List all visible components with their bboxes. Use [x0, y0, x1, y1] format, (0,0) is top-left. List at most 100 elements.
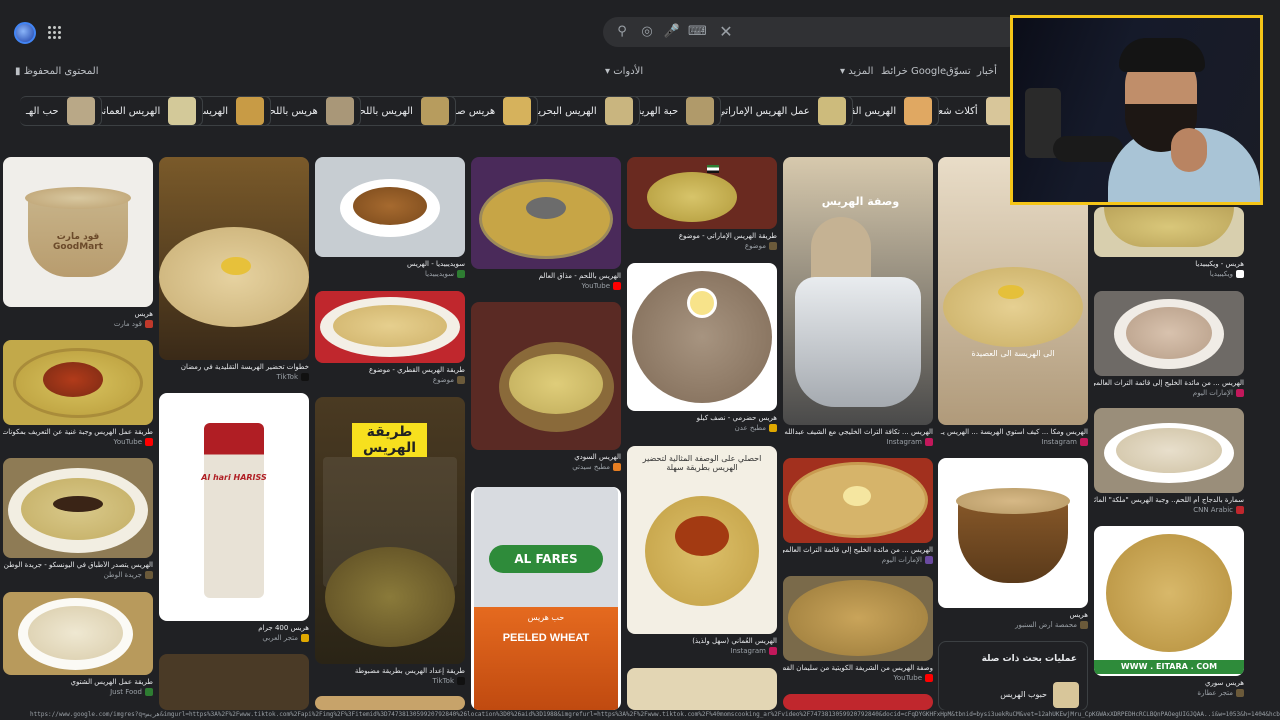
favicon: [457, 376, 465, 384]
image-result[interactable]: الهريس يتصدر الأطباق في اليونسكو - جريدة…: [3, 458, 153, 579]
image-result[interactable]: سويديبيديا - الهريس سويديبيديا: [315, 157, 465, 278]
related-thumbnail: [1053, 682, 1079, 708]
image-result[interactable]: طريقة الهريس القطري - موضوع موضوع: [315, 291, 465, 384]
result-image: قود مارت GoodMart: [3, 157, 153, 307]
result-image: احصلي على الوصفة المثالية لتحضير الهريس …: [627, 446, 777, 634]
image-result[interactable]: هريس حضرمي - نصف كيلو مطبخ عدن: [627, 263, 777, 432]
haris-surface: [353, 187, 427, 225]
favicon: [457, 270, 465, 278]
image-result[interactable]: الهريس ... من مائدة الخليج إلى قائمة الت…: [783, 458, 933, 564]
chip[interactable]: هريس باللحم: [256, 96, 361, 126]
microphone-icon[interactable]: 🎤: [663, 23, 681, 41]
related-item[interactable]: حبوب الهريس: [1000, 690, 1047, 699]
favicon: [145, 320, 153, 328]
image-result[interactable]: قود مارت GoodMart هريس قود مارت: [3, 157, 153, 328]
google-lens-logo-icon[interactable]: [14, 22, 36, 44]
favicon: [145, 571, 153, 579]
related-chips: أكلات شعبية الهريس القطري عمل الهريس الإ…: [20, 96, 1021, 128]
favicon: [613, 463, 621, 471]
image-result[interactable]: الهريس السودي مطبخ سيدتي: [471, 302, 621, 471]
haris-surface: [1126, 307, 1212, 359]
youtube-favicon: [613, 282, 621, 290]
chip[interactable]: الهريس باللحم: [346, 96, 456, 126]
image-result[interactable]: طريقة الهريس طريقة إعداد الهريس بطريقة م…: [315, 397, 465, 685]
result-image: [627, 263, 777, 411]
haris-surface: [159, 227, 309, 327]
saved-content-link[interactable]: ▮ المحتوى المحفوظ: [15, 66, 98, 77]
image-result[interactable]: وصفة الهريس الهريس ... تكافة التراث الخل…: [783, 157, 933, 446]
filter-shopping[interactable]: تسوّق: [946, 66, 971, 77]
status-bar-url: https://www.google.com/imgres?q=هريس&img…: [0, 710, 1280, 720]
instagram-favicon: [1080, 438, 1088, 446]
apps-grid-icon[interactable]: [48, 26, 62, 40]
chip[interactable]: حب الهـ: [20, 96, 102, 126]
image-result[interactable]: وصفة الهريس من الشريفة الكويتية من سليما…: [783, 576, 933, 682]
filter-news[interactable]: أخبار: [977, 66, 997, 77]
chip-thumbnail: [420, 97, 449, 125]
chip-thumbnail: [604, 97, 633, 125]
image-result[interactable]: طريقة الهريس الإماراتي - موضوع موضوع: [627, 157, 777, 250]
topping: [43, 362, 103, 397]
image-result[interactable]: [315, 696, 465, 710]
image-result[interactable]: احصلي على الوصفة المثالية لتحضير الهريس …: [627, 446, 777, 655]
webcam-overlay: [1010, 15, 1263, 205]
tray-shape: [479, 179, 613, 259]
person-hand: [1171, 128, 1207, 172]
wikipedia-favicon: [1236, 270, 1244, 278]
image-result[interactable]: طريقة عمل الهريس وجبة غنية عن التعريف بم…: [3, 340, 153, 446]
image-result[interactable]: هريس محمصة أرض السنبور: [938, 458, 1088, 629]
chip[interactable]: الهريس العماني: [88, 96, 204, 126]
related-heading: عمليات بحث ذات صلة: [981, 654, 1077, 664]
filter-maps[interactable]: خرائط Google: [881, 66, 946, 77]
result-image: طريقة الهريس: [315, 397, 465, 664]
image-result[interactable]: [159, 654, 309, 710]
bookmark-icon: ▮: [15, 66, 24, 77]
haris-surface: [333, 305, 447, 347]
image-result[interactable]: الهريس ... من مائدة الخليج إلى قائمة الت…: [1094, 291, 1244, 397]
result-image: [315, 696, 465, 710]
wheat-grains: [25, 187, 131, 209]
image-result[interactable]: طريقة عمل الهريس الشتوي Just Food: [3, 592, 153, 696]
result-image: [783, 458, 933, 543]
image-result[interactable]: هريس - ويكيبيديا ويكيبيديا: [1094, 207, 1244, 278]
favicon: [769, 424, 777, 432]
uae-flag-icon: [707, 165, 719, 173]
filter-more[interactable]: ▾ المزيد: [840, 66, 873, 77]
tiktok-favicon: [457, 677, 465, 685]
result-image: [938, 458, 1088, 608]
image-result[interactable]: AL FARES حب هريس PEELED WHEAT: [471, 487, 621, 710]
chip-thumbnail: [503, 97, 532, 125]
ghee: [998, 285, 1024, 299]
lens-icon[interactable]: ◎: [638, 23, 656, 41]
youtube-favicon: [925, 674, 933, 682]
related-searches-panel: عمليات بحث ذات صلة حبوب الهريس: [938, 641, 1088, 711]
haris-surface: [1116, 428, 1222, 473]
tools-dropdown[interactable]: ▾ الأدوات: [605, 66, 643, 77]
image-result[interactable]: WWW . EITARA . COM هريس سوري متجر عطارة: [1094, 526, 1244, 697]
clear-icon[interactable]: ✕: [717, 23, 735, 41]
keyboard-icon[interactable]: ⌨: [688, 23, 707, 41]
image-result[interactable]: [627, 668, 777, 710]
image-result[interactable]: Al hari HARISS هريس 400 جرام متجر العربي: [159, 393, 309, 642]
search-icon[interactable]: ⚲: [613, 23, 631, 41]
result-image: [783, 694, 933, 710]
image-result[interactable]: سمارة بالدجاج أم اللحم.. وجبة الهريس "مل…: [1094, 408, 1244, 514]
image-result[interactable]: [783, 694, 933, 710]
result-image: [471, 157, 621, 269]
chip[interactable]: عمل الهريس الإماراتي: [710, 96, 853, 126]
favicon: [301, 634, 309, 642]
search-filters: ▮ المحتوى المحفوظ ▾ الأدوات ▾ المزيد خرا…: [0, 64, 1010, 82]
result-image: [159, 654, 309, 710]
ghee: [843, 486, 871, 506]
image-result[interactable]: الهريس باللحم - مذاق العالم YouTube: [471, 157, 621, 290]
favicon: [1236, 389, 1244, 397]
topping: [53, 496, 103, 512]
search-box[interactable]: ⚲ ◎ 🎤 ⌨ ✕: [603, 17, 1023, 47]
microphone-icon: [1053, 136, 1123, 162]
result-image: AL FARES حب هريس PEELED WHEAT: [471, 487, 621, 710]
image-result[interactable]: خطوات تحضير الهريسة التقليدية في رمضان T…: [159, 157, 309, 381]
result-image: [1094, 207, 1244, 257]
image-results-grid: قود مارت GoodMart هريس قود مارت طريقة عم…: [0, 155, 1280, 710]
result-image: [3, 340, 153, 425]
haris-surface: [647, 172, 737, 222]
